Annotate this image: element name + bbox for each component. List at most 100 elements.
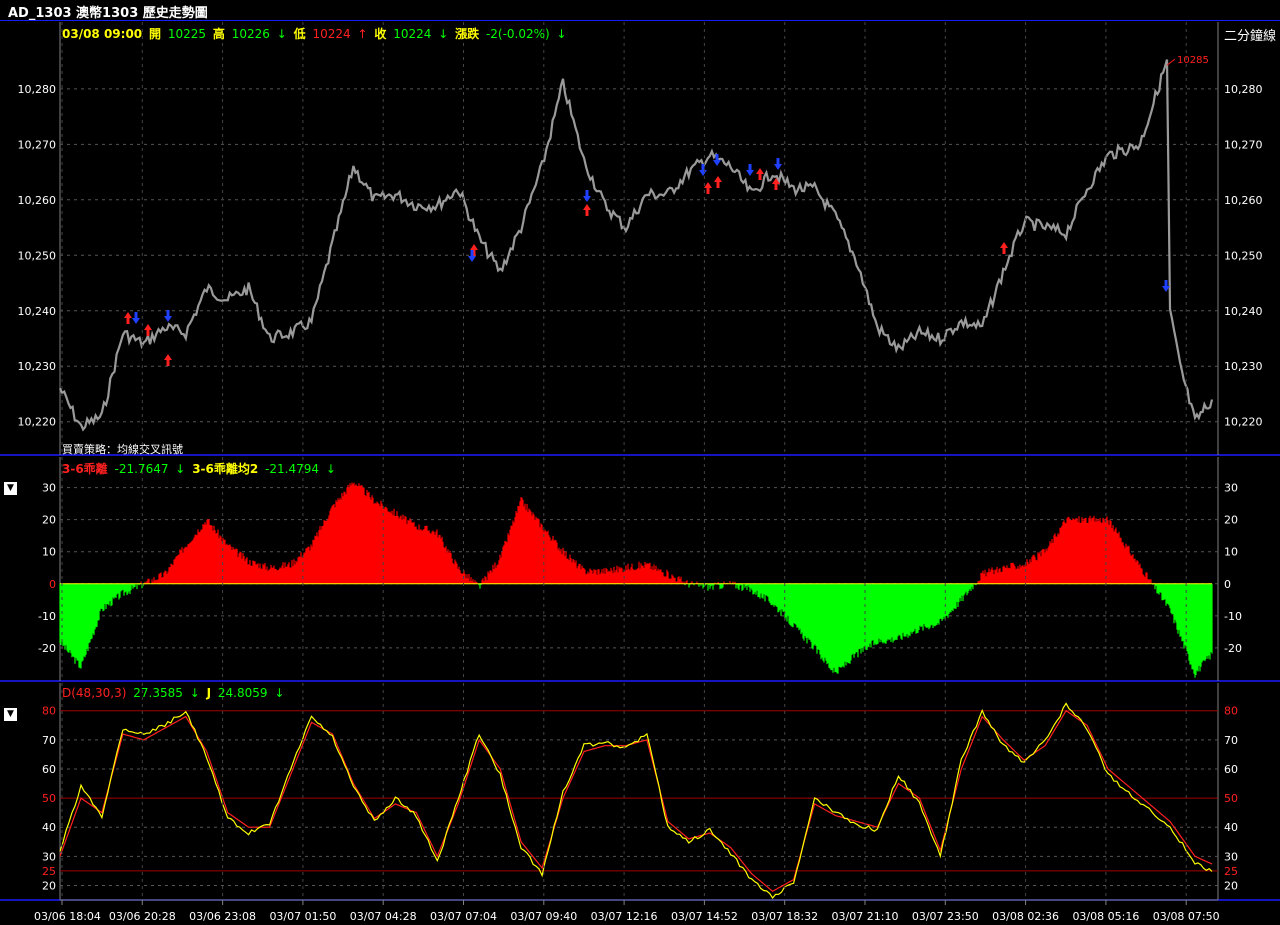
price-y-tick-left: 10,270: [18, 138, 57, 151]
x-axis-label: 03/07 04:28: [350, 910, 417, 923]
bias-y-tick-left: -20: [38, 642, 56, 655]
sell-signal-arrow-icon: [699, 164, 707, 176]
kd-y-tick-left: 80: [42, 705, 56, 718]
kd-d-line: [59, 709, 1213, 893]
buy-signal-arrow-icon: [756, 168, 764, 180]
x-axis-label: 03/07 21:10: [832, 910, 899, 923]
bias-y-tick-left: 20: [42, 514, 56, 527]
price-series-line: [58, 59, 1214, 432]
price-y-tick-right: 10,280: [1224, 83, 1263, 96]
x-axis-label: 03/07 12:16: [591, 910, 658, 923]
j-arrow-icon: ↓: [274, 686, 285, 700]
price-y-tick-left: 10,250: [18, 249, 57, 262]
price-y-tick-right: 10,230: [1224, 360, 1263, 373]
buy-signal-arrow-icon: [1000, 242, 1008, 254]
price-y-tick-left: 10,240: [18, 305, 57, 318]
j-label: J: [206, 686, 212, 700]
kd-j-line: [59, 702, 1213, 900]
low-label: 低: [293, 27, 306, 41]
d-value: 27.3585: [133, 686, 183, 700]
kd-readout: D(48,30,3) 27.3585 ↓ J 24.8059 ↓: [62, 686, 287, 700]
bias-y-tick-right: 30: [1224, 482, 1238, 495]
sell-signal-arrow-icon: [583, 190, 591, 202]
d-label: D(48,30,3): [62, 686, 127, 700]
x-axis-label: 03/07 01:50: [269, 910, 336, 923]
readout-time: 03/08 09:00: [62, 27, 143, 41]
bias-y-tick-left: -10: [38, 610, 56, 623]
buy-signal-arrow-icon: [144, 324, 152, 336]
bias-negative-area: [59, 583, 1213, 678]
bias-y-tick-right: 10: [1224, 546, 1238, 559]
kd-y-tick-right: 60: [1224, 763, 1238, 776]
d-arrow-icon: ↓: [189, 686, 200, 700]
open-label: 開: [148, 27, 161, 41]
change-arrow-icon: ↓: [556, 27, 567, 41]
bias-positive-area: [140, 482, 1155, 584]
kd-y-tick-left: 25: [42, 865, 56, 878]
price-y-tick-left: 10,230: [18, 360, 57, 373]
period-label: 二分鐘線: [1223, 29, 1276, 44]
kd-y-tick-right: 25: [1224, 865, 1238, 878]
x-axis-label: 03/07 09:40: [510, 910, 577, 923]
x-axis-label: 03/07 23:50: [912, 910, 979, 923]
sell-signal-arrow-icon: [746, 164, 754, 176]
bias-label: 3-6乖離: [62, 462, 108, 476]
kd-y-tick-left: 70: [42, 734, 56, 747]
kd-y-tick-right: 40: [1224, 821, 1238, 834]
sell-signal-arrow-icon: [132, 312, 140, 324]
bias-y-tick-left: 0: [49, 578, 56, 591]
bias-ma-arrow-icon: ↓: [325, 462, 336, 476]
high-label: 高: [212, 27, 225, 41]
price-y-tick-left: 10,280: [18, 83, 57, 96]
buy-signal-arrow-icon: [124, 312, 132, 324]
price-readout: 03/08 09:00 開 10225 高 10226 ↓ 低 10224 ↑ …: [62, 25, 570, 42]
j-value: 24.8059: [217, 686, 268, 700]
x-axis-label: 03/07 07:04: [430, 910, 497, 923]
bias-panel-dropdown-icon[interactable]: ▼: [4, 482, 17, 495]
high-tag-label: 10285: [1177, 55, 1209, 66]
bias-arrow-icon: ↓: [175, 462, 186, 476]
price-y-tick-left: 10,260: [18, 194, 57, 207]
sell-signal-arrow-icon: [164, 310, 172, 322]
kd-y-tick-left: 60: [42, 763, 56, 776]
bias-value: -21.7647: [114, 462, 169, 476]
bias-y-tick-right: 0: [1224, 578, 1231, 591]
close-label: 收: [374, 27, 387, 41]
x-axis-label: 03/07 18:32: [751, 910, 818, 923]
kd-y-tick-right: 20: [1224, 879, 1238, 892]
bias-readout: 3-6乖離 -21.7647 ↓ 3-6乖離均2 -21.4794 ↓: [62, 460, 339, 477]
change-label: 漲跌: [455, 27, 480, 41]
kd-y-tick-left: 40: [42, 821, 56, 834]
bias-y-tick-right: 20: [1224, 514, 1238, 527]
high-value: 10226: [231, 27, 270, 41]
kd-panel-dropdown-icon[interactable]: ▼: [4, 708, 17, 721]
bias-y-tick-right: -10: [1224, 610, 1242, 623]
kd-y-tick-left: 30: [42, 850, 56, 863]
bias-y-tick-left: 30: [42, 482, 56, 495]
bias-y-tick-left: 10: [42, 546, 56, 559]
low-value: 10224: [312, 27, 351, 41]
price-y-tick-left: 10,220: [18, 416, 57, 429]
low-arrow-icon: ↑: [357, 27, 368, 41]
bias-y-tick-right: -20: [1224, 642, 1242, 655]
x-axis-label: 03/06 23:08: [189, 910, 256, 923]
kd-y-tick-left: 20: [42, 879, 56, 892]
change-value: -2(-0.02%): [485, 27, 550, 41]
kd-y-tick-right: 70: [1224, 734, 1238, 747]
price-y-tick-right: 10,220: [1224, 416, 1263, 429]
kd-y-tick-right: 30: [1224, 850, 1238, 863]
kd-y-tick-right: 50: [1224, 792, 1238, 805]
high-tag-leader: [1166, 58, 1176, 66]
x-axis-label: 03/06 20:28: [109, 910, 176, 923]
price-y-tick-right: 10,240: [1224, 305, 1263, 318]
buy-signal-arrow-icon: [583, 204, 591, 216]
buy-signal-arrow-icon: [704, 182, 712, 194]
price-y-tick-right: 10,260: [1224, 194, 1263, 207]
bias-ma-label: 3-6乖離均2: [192, 462, 259, 476]
x-axis-label: 03/08 02:36: [992, 910, 1059, 923]
close-arrow-icon: ↓: [438, 27, 449, 41]
open-value: 10225: [167, 27, 207, 41]
x-axis-label: 03/07 14:52: [671, 910, 738, 923]
close-value: 10224: [393, 27, 432, 41]
x-axis-label: 03/08 05:16: [1072, 910, 1139, 923]
